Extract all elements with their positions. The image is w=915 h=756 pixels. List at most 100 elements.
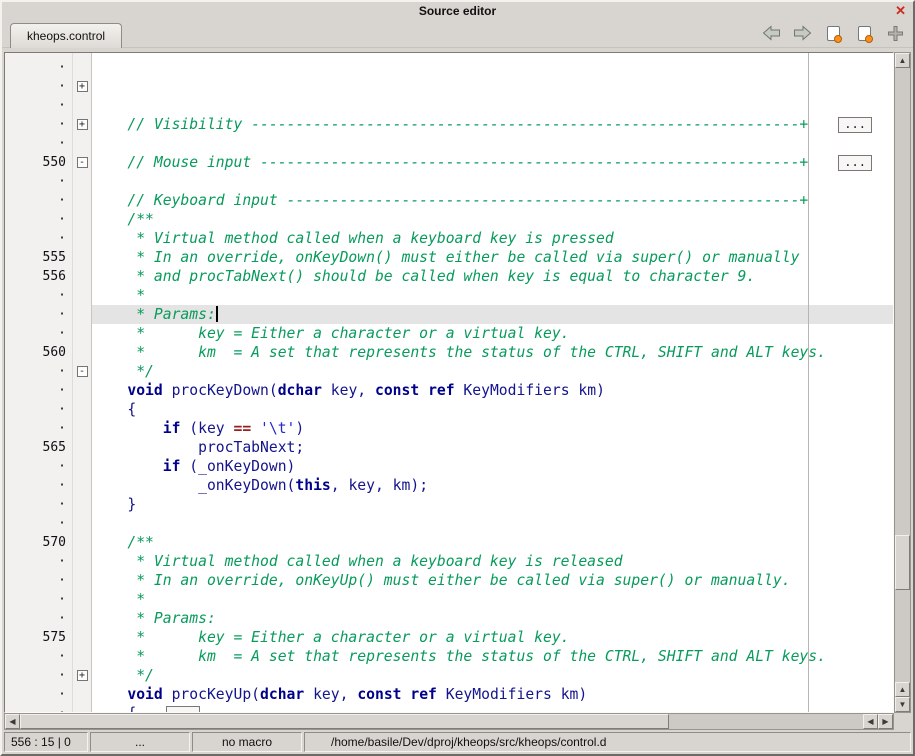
code-line[interactable]: // Visibility --------------------------… [92,115,893,134]
code-line[interactable]: * [92,590,893,609]
code-area[interactable]: // Visibility --------------------------… [92,53,893,712]
scrollbar-corner [894,713,911,730]
line-dot: · [5,191,66,210]
code-line[interactable]: * Virtual method called when a keyboard … [92,229,893,248]
fold-collapse-icon[interactable]: - [77,157,88,168]
scroll-right-button[interactable]: ▶ [878,714,893,729]
line-number: 555 [5,248,66,267]
status-bar: 556 : 15 | 0 ... no macro /home/basile/D… [4,732,911,752]
code-line[interactable]: */ [92,362,893,381]
navigate-back-button[interactable] [761,24,781,42]
line-dot: · [5,286,66,305]
fold-expand-icon[interactable]: + [77,81,88,92]
line-dot: · [5,419,66,438]
horizontal-scrollbar[interactable]: ◀ ◀ ▶ [4,713,894,730]
fold-gutter-row: + [73,115,91,134]
horizontal-scroll-track[interactable] [20,714,863,729]
code-line[interactable]: /** [92,210,893,229]
vertical-scroll-track[interactable] [895,68,910,682]
code-line[interactable]: * Params: [92,609,893,628]
folded-code-ellipsis[interactable]: ... [838,117,872,133]
code-line[interactable] [92,134,893,153]
fold-gutter-row [73,229,91,248]
code-line[interactable]: if (_onKeyDown) [92,457,893,476]
code-line[interactable]: // Mouse input -------------------------… [92,153,893,172]
fold-gutter-row [73,571,91,590]
code-line[interactable]: * In an override, onKeyUp() must either … [92,571,893,590]
document-modified-button-a[interactable] [823,24,843,42]
fold-gutter-row [73,172,91,191]
move-handle-button[interactable] [885,24,905,42]
code-line[interactable]: */ [92,666,893,685]
fold-gutter-row [73,286,91,305]
code-line[interactable]: * In an override, onKeyDown() must eithe… [92,248,893,267]
scroll-down-button[interactable]: ▼ [895,697,910,712]
code-line[interactable]: {... [92,704,893,712]
fold-gutter-row [73,191,91,210]
line-dot: · [5,305,66,324]
code-line[interactable] [92,172,893,191]
code-line[interactable]: } [92,495,893,514]
fold-gutter-row [73,267,91,286]
line-number: 556 [5,267,66,286]
line-dot: · [5,685,66,704]
code-line[interactable]: // Keyboard input ----------------------… [92,191,893,210]
close-icon[interactable]: ✕ [895,2,906,20]
fold-gutter-row [73,248,91,267]
caret-position-panel: 556 : 15 | 0 [4,732,88,752]
fold-gutter-row: - [73,362,91,381]
line-dot: · [5,324,66,343]
scroll-left-button-right[interactable]: ◀ [863,714,878,729]
code-line[interactable]: { [92,400,893,419]
fold-gutter-row [73,514,91,533]
folded-code-ellipsis[interactable]: ... [166,706,200,712]
line-dot: · [5,96,66,115]
code-line[interactable]: procTabNext; [92,438,893,457]
code-lines: // Visibility --------------------------… [92,96,893,712]
horizontal-scroll-thumb[interactable] [20,714,669,729]
line-dot: · [5,647,66,666]
code-line[interactable] [92,514,893,533]
code-line[interactable]: * key = Either a character or a virtual … [92,628,893,647]
fold-gutter-row: + [73,666,91,685]
code-line[interactable]: * [92,286,893,305]
code-line[interactable]: * km = A set that represents the status … [92,647,893,666]
fold-gutter-row [73,324,91,343]
code-line[interactable]: if (key == '\t') [92,419,893,438]
fold-gutter-row [73,704,91,712]
code-line[interactable]: * km = A set that represents the status … [92,343,893,362]
arrow-down-icon: ▼ [899,700,907,709]
code-line[interactable]: void procKeyDown(dchar key, const ref Ke… [92,381,893,400]
fold-collapse-icon[interactable]: - [77,366,88,377]
code-line[interactable]: _onKeyDown(this, key, km); [92,476,893,495]
fold-gutter-row: + [73,77,91,96]
fold-gutter: + + - - + [73,53,92,712]
line-dot: · [5,495,66,514]
code-line[interactable]: * Virtual method called when a keyboard … [92,552,893,571]
tab-kheops-control[interactable]: kheops.control [10,23,122,48]
document-modified-button-b[interactable] [854,24,874,42]
code-line[interactable]: * key = Either a character or a virtual … [92,324,893,343]
navigate-forward-button[interactable] [792,24,812,42]
scroll-up-button-bottom[interactable]: ▲ [895,682,910,697]
fold-gutter-row [73,381,91,400]
line-dot: · [5,590,66,609]
fold-gutter-row [73,419,91,438]
code-line[interactable] [92,96,893,115]
scroll-up-button[interactable]: ▲ [895,53,910,68]
vertical-scrollbar[interactable]: ▲ ▲ ▼ [894,52,911,713]
vertical-scroll-thumb[interactable] [895,535,910,590]
scroll-left-button[interactable]: ◀ [5,714,20,729]
code-line[interactable]: void procKeyUp(dchar key, const ref KeyM… [92,685,893,704]
code-line[interactable]: /** [92,533,893,552]
titlebar[interactable]: Source editor ✕ [2,2,913,20]
arrow-up-icon: ▲ [899,56,907,65]
tab-bar: kheops.control [2,20,913,48]
folded-code-ellipsis[interactable]: ... [838,155,872,171]
fold-expand-icon[interactable]: + [77,670,88,681]
fold-expand-icon[interactable]: + [77,119,88,130]
current-code-line[interactable]: * Params: [92,305,893,324]
code-line[interactable]: * and procTabNext() should be called whe… [92,267,893,286]
line-dot: · [5,77,66,96]
line-dot: · [5,552,66,571]
